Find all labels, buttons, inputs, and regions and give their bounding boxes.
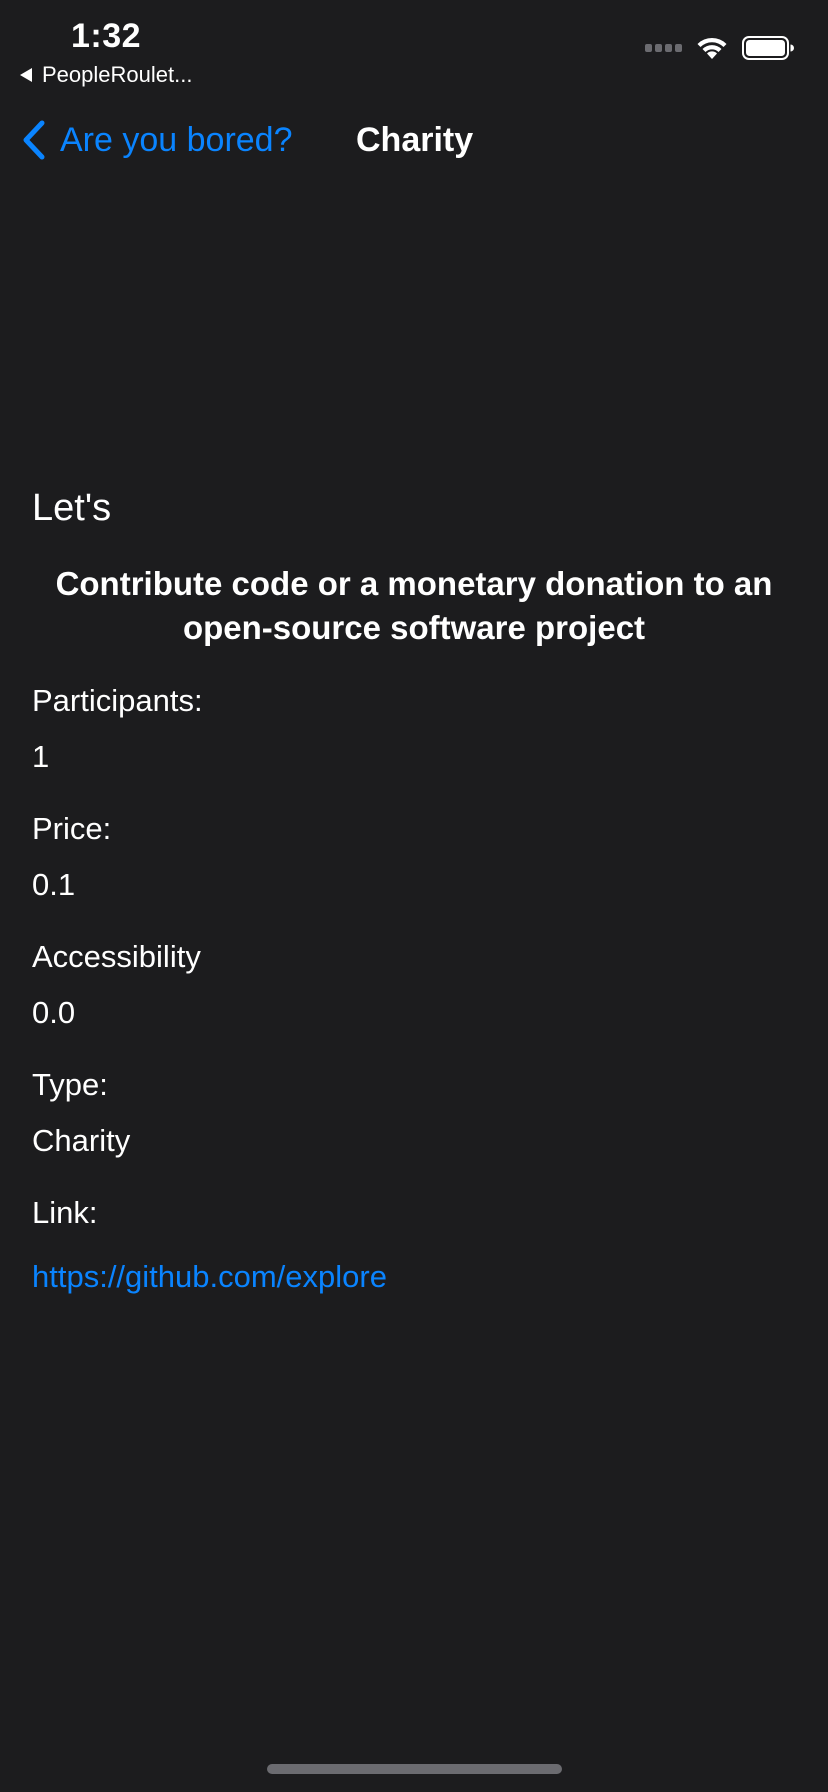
participants-label: Participants: [32, 683, 203, 718]
type-label: Type: [32, 1067, 108, 1102]
participants-value: 1 [32, 739, 50, 774]
price-value: 0.1 [32, 867, 76, 902]
accessibility-label: Accessibility [32, 939, 201, 974]
nav-title: Charity [356, 121, 474, 159]
chevron-left-icon [23, 120, 45, 160]
status-back-to-app[interactable]: PeopleRoulet... [20, 60, 192, 90]
home-indicator[interactable] [267, 1764, 562, 1774]
type-value: Charity [32, 1123, 131, 1158]
accessibility-value: 0.0 [32, 995, 76, 1030]
cellular-signal-icon [645, 44, 682, 52]
nav-back-button[interactable]: Are you bored? [22, 118, 293, 162]
activity-link[interactable]: https://github.com/explore [32, 1257, 387, 1297]
nav-back-label: Are you bored? [60, 121, 293, 159]
battery-icon [742, 36, 794, 60]
activity-title: Contribute code or a monetary donation t… [55, 565, 773, 646]
back-triangle-icon [20, 68, 32, 82]
status-back-app-label: PeopleRoulet... [42, 62, 193, 87]
status-indicators [645, 36, 794, 60]
wifi-icon [697, 37, 727, 59]
link-label: Link: [32, 1195, 98, 1230]
price-label: Price: [32, 811, 112, 846]
intro-text: Let's [32, 487, 112, 529]
status-time: 1:32 [71, 17, 142, 55]
